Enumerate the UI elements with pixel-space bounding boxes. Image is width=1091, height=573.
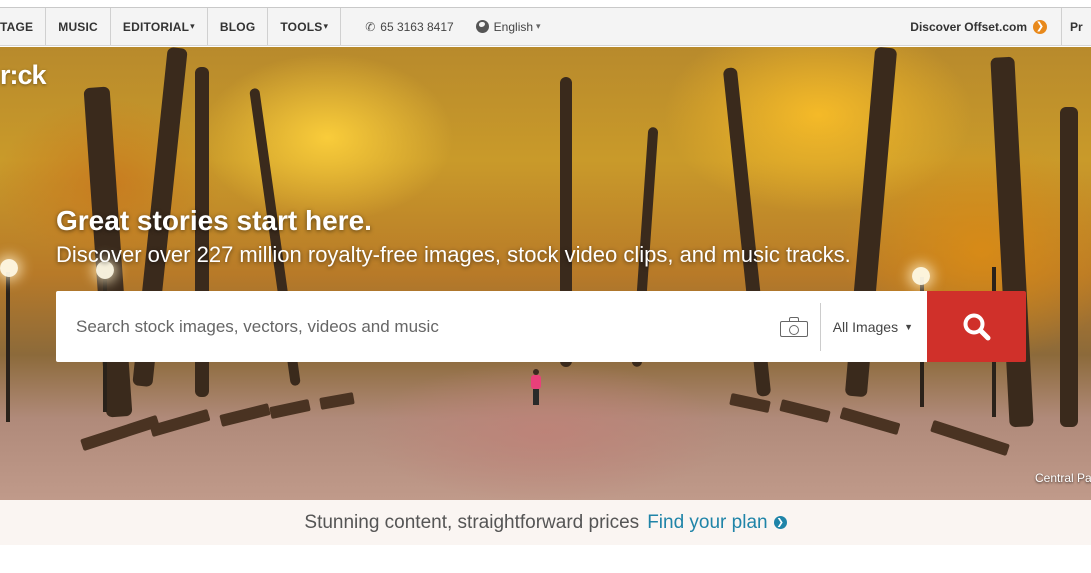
nav-item-editorial[interactable]: EDITORIAL ▾ <box>111 8 208 45</box>
lamp-light <box>0 259 18 277</box>
language-selector[interactable]: English ▾ <box>464 20 551 34</box>
search-bar: All Images ▼ <box>56 291 1026 362</box>
park-bench <box>219 403 271 427</box>
caret-down-icon: ▾ <box>323 21 329 31</box>
park-bench <box>269 398 311 420</box>
nav-item-tools[interactable]: TOOLS ▾ <box>268 8 342 45</box>
nav-item-footage[interactable]: TAGE <box>0 8 47 45</box>
phone-number[interactable]: ✆ 65 3163 8417 <box>341 20 463 34</box>
nav-right: Discover Offset.com ❯ Pr <box>910 8 1091 45</box>
top-navigation: TAGE MUSIC EDITORIAL ▾ BLOG TOOLS ▾ ✆ 65 3… <box>0 7 1091 46</box>
park-bench <box>80 414 160 452</box>
runner-body <box>531 375 541 389</box>
nav-item-music[interactable]: MUSIC <box>46 8 111 45</box>
runner-figure <box>530 369 542 405</box>
hero-subline: Discover over 227 million royalty-free i… <box>56 242 851 267</box>
camera-icon[interactable] <box>779 316 810 337</box>
caret-down-icon: ▾ <box>190 21 195 31</box>
park-bench <box>839 406 901 436</box>
photo-credit: Central Pa <box>1035 471 1091 485</box>
camera-lens <box>788 324 799 335</box>
nav-item-label: TAGE <box>0 19 34 34</box>
nav-item-blog[interactable]: BLOG <box>208 8 269 45</box>
nav-item-label: TOOLS <box>280 19 323 34</box>
caret-down-icon: ▾ <box>536 21 541 31</box>
phone-text: 65 3163 8417 <box>380 19 454 34</box>
tree-trunk <box>1060 107 1078 427</box>
hero-banner: r:ck Great stories start here. Discover … <box>0 47 1091 500</box>
arrow-right-circle-icon[interactable]: ❯ <box>773 516 787 529</box>
top-strip <box>0 0 1091 7</box>
runner-legs <box>533 389 539 405</box>
globe-icon <box>475 20 489 33</box>
language-label: English <box>493 19 534 34</box>
pricing-promo: Stunning content, straightforward prices… <box>0 500 1091 545</box>
nav-item-label: MUSIC <box>58 19 98 34</box>
park-bench <box>149 408 211 438</box>
search-icon <box>963 313 990 340</box>
hero-headline: Great stories start here. <box>56 205 372 236</box>
nav-item-label: BLOG <box>219 19 256 34</box>
arrow-right-circle-icon: ❯ <box>1033 19 1047 34</box>
search-button[interactable] <box>927 291 1026 362</box>
nav-item-label: EDITORIAL <box>122 19 190 34</box>
promo-text: Stunning content, straightforward prices <box>304 511 640 533</box>
image-type-label: All Images <box>832 318 899 335</box>
search-box: All Images ▼ <box>56 291 927 362</box>
discover-label: Discover Offset.com <box>910 19 1027 34</box>
search-input[interactable] <box>56 291 780 362</box>
find-your-plan-link[interactable]: Find your plan <box>647 512 767 534</box>
site-logo[interactable]: r:ck <box>0 60 47 91</box>
caret-down-icon: ▼ <box>904 321 913 332</box>
lamp-post <box>6 272 10 422</box>
tree-trunk <box>990 56 1034 428</box>
lamp-light <box>912 267 930 285</box>
nav-item-label: Pr <box>1070 19 1083 34</box>
phone-icon: ✆ <box>365 19 376 34</box>
park-bench <box>930 419 1010 457</box>
nav-item-pricing[interactable]: Pr <box>1061 8 1091 45</box>
park-bench <box>779 399 831 423</box>
discover-offset-link[interactable]: Discover Offset.com ❯ <box>910 19 1061 34</box>
park-bench <box>319 392 355 410</box>
image-type-dropdown[interactable]: All Images ▼ <box>821 319 927 335</box>
